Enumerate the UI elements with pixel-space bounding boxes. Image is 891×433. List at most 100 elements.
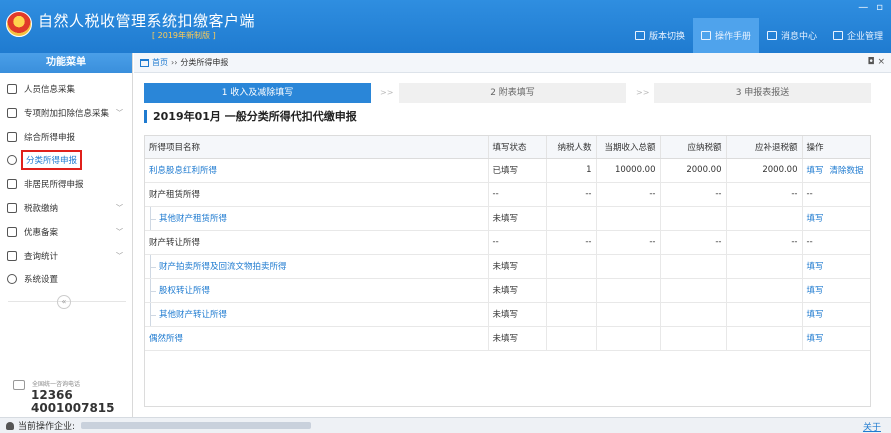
taxpayer-count (546, 302, 597, 327)
sidebar-item-nonresident[interactable]: 非居民所得申报 (0, 173, 133, 195)
nav-company[interactable]: 企业管理 (825, 18, 891, 53)
row-actions: -- (802, 182, 870, 207)
sidebar-item-tax-payment[interactable]: 税款缴纳 ﹀ (0, 197, 133, 219)
tax-payable (660, 278, 727, 303)
hotline-number-12366: 12366 (31, 388, 73, 402)
sidebar-item-comprehensive[interactable]: 综合所得申报 (0, 126, 133, 148)
fill-link[interactable]: 填写 (807, 262, 824, 272)
row-actions: 填写 (802, 206, 870, 231)
fill-status: 未填写 (488, 302, 547, 327)
step-attachment[interactable]: 2 附表填写 (399, 83, 626, 103)
col-header-income: 当期收入总额 (596, 136, 661, 159)
table-header-row: 所得项目名称 填写状态 纳税人数 当期收入总额 应纳税额 应补退税额 操作 (145, 136, 870, 159)
tax-payable (660, 326, 727, 351)
table-row: 财产租赁所得 -- -- -- -- -- -- (145, 182, 870, 207)
hotline-label: 全国统一咨询电话 (32, 381, 81, 388)
fill-link[interactable]: 填写 (807, 334, 824, 344)
tax-refund (726, 278, 803, 303)
income-total: -- (596, 230, 661, 255)
step-income-entry[interactable]: 1 收入及减除填写 (144, 83, 371, 103)
fill-status: 未填写 (488, 326, 547, 351)
chevron-down-icon: ﹀ (116, 228, 123, 236)
fill-link[interactable]: 填写 (807, 214, 824, 224)
step-submit[interactable]: 3 申报表报送 (654, 83, 871, 103)
tax-refund (726, 206, 803, 231)
taxpayer-count (546, 326, 597, 351)
sidebar-item-classified[interactable]: 分类所得申报 (0, 149, 133, 171)
fill-link[interactable]: 填写 (807, 310, 824, 320)
collapse-sidebar-button[interactable]: « (57, 295, 71, 309)
income-item-name[interactable]: 偶然所得 (145, 326, 489, 351)
tax-refund: -- (726, 182, 803, 207)
restore-button[interactable]: ▫ (876, 2, 883, 13)
tax-payable (660, 206, 727, 231)
minimize-button[interactable]: — (858, 2, 868, 13)
sidebar-item-settings[interactable]: 系统设置 (0, 268, 133, 290)
col-header-refund: 应补退税额 (726, 136, 803, 159)
income-item-name[interactable]: 股权转让所得 (145, 278, 489, 303)
gear-icon (7, 274, 17, 284)
fill-status: 未填写 (488, 278, 547, 303)
sidebar-item-query[interactable]: 查询统计 ﹀ (0, 245, 133, 267)
tax-refund (726, 326, 803, 351)
home-icon (140, 58, 149, 67)
income-total: 10000.00 (596, 158, 661, 183)
chevron-down-icon: ﹀ (116, 109, 123, 117)
table-row: 股权转让所得 未填写 填写 (145, 278, 870, 303)
income-item-name[interactable]: 其他财产租赁所得 (145, 206, 489, 231)
sidebar-item-personnel[interactable]: 人员信息采集 (0, 78, 133, 100)
phone-icon (13, 380, 25, 390)
taxpayer-count (546, 206, 597, 231)
nav-version-switch[interactable]: 版本切换 (627, 18, 693, 53)
folder-icon (7, 203, 17, 213)
tax-emblem-logo (6, 11, 32, 37)
income-item-name[interactable]: 财产拍卖所得及回流文物拍卖所得 (145, 254, 489, 279)
taxpayer-count (546, 254, 597, 279)
close-tab-icon[interactable]: ◘ × (867, 57, 885, 67)
income-total (596, 278, 661, 303)
col-header-count: 纳税人数 (546, 136, 597, 159)
main-content: 首页 ›› 分类所得申报 ◘ × 1 收入及减除填写 >> 2 附表填写 >> … (134, 53, 891, 417)
chevron-down-icon: ﹀ (116, 204, 123, 212)
manual-icon (700, 31, 711, 40)
income-item-name[interactable]: 其他财产转让所得 (145, 302, 489, 327)
app-version-label: [ 2019年新制版 ] (152, 31, 216, 40)
current-company-label: 当前操作企业: (18, 422, 76, 432)
breadcrumb-home[interactable]: 首页 (152, 57, 168, 68)
income-item-name: 财产租赁所得 (145, 182, 489, 207)
sidebar-item-special-deduction[interactable]: 专项附加扣除信息采集 ﹀ (0, 102, 133, 124)
table-row: 财产转让所得 -- -- -- -- -- -- (145, 230, 870, 255)
table-row: 其他财产租赁所得 未填写 填写 (145, 206, 870, 231)
about-link[interactable]: 关于 (863, 420, 881, 433)
tax-payable: 2000.00 (660, 158, 727, 183)
company-icon (832, 31, 843, 40)
income-total (596, 206, 661, 231)
fill-status: -- (488, 230, 547, 255)
nav-messages[interactable]: 消息中心 (759, 18, 825, 53)
company-name-redacted (81, 422, 312, 429)
taxpayer-count: -- (546, 230, 597, 255)
chevron-down-icon: ﹀ (116, 252, 123, 260)
row-actions: -- (802, 230, 870, 255)
income-total: -- (596, 182, 661, 207)
layers-icon (7, 132, 17, 142)
row-actions: 填写 (802, 278, 870, 303)
income-item-name[interactable]: 利息股息红利所得 (145, 158, 489, 183)
clear-data-link[interactable]: 清除数据 (830, 166, 864, 176)
fill-status: 已填写 (488, 158, 547, 183)
step-arrow-icon: >> (636, 88, 650, 97)
fill-link[interactable]: 填写 (807, 166, 824, 176)
nav-manual[interactable]: 操作手册 (692, 18, 759, 53)
table-row: 其他财产转让所得 未填写 填写 (145, 302, 870, 327)
sidebar-item-preferential[interactable]: 优惠备案 ﹀ (0, 221, 133, 243)
person-outline-icon (7, 179, 17, 189)
tax-payable: -- (660, 230, 727, 255)
fill-link[interactable]: 填写 (807, 286, 824, 296)
step-arrow-icon: >> (380, 88, 394, 97)
row-actions: 填写 (802, 254, 870, 279)
income-total (596, 302, 661, 327)
breadcrumb: 首页 ›› 分类所得申报 ◘ × (134, 53, 891, 73)
window-controls: — ▫ (858, 2, 883, 13)
income-total (596, 254, 661, 279)
header-nav: 版本切换 操作手册 消息中心 企业管理 (627, 18, 891, 53)
